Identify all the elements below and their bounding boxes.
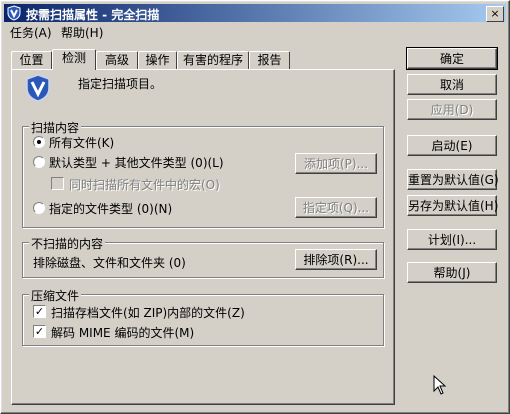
all-files-label[interactable]: 所有文件(K) <box>49 134 114 151</box>
start-button[interactable]: 启动(E) <box>407 135 497 156</box>
mime-checkbox[interactable]: ✓ <box>33 325 46 338</box>
exclude-items-button[interactable]: 排除项(R)... <box>295 249 377 270</box>
default-types-label[interactable]: 默认类型 + 其他文件类型 (0)(L) <box>49 154 224 171</box>
title-bar[interactable]: 按需扫描属性 - 完全扫描 × <box>4 4 506 22</box>
save-default-button[interactable]: 另存为默认值(H) <box>407 195 498 216</box>
macros-label[interactable]: 同时扫描所有文件中的宏(O) <box>69 176 220 193</box>
add-items-button[interactable]: 添加项(P)... <box>295 153 377 174</box>
specified-types-label[interactable]: 指定的文件类型 (0)(N) <box>49 200 172 217</box>
compressed-legend: 压缩文件 <box>29 287 82 304</box>
tab-advanced[interactable]: 高级 <box>96 51 138 69</box>
schedule-button[interactable]: 计划(I)... <box>407 229 497 250</box>
specified-types-radio[interactable] <box>33 202 45 214</box>
close-button[interactable]: × <box>486 6 504 22</box>
archives-label[interactable]: 扫描存档文件(如 ZIP)内部的文件(Z) <box>51 304 245 321</box>
help-button[interactable]: 帮助(J) <box>407 262 497 283</box>
scan-content-group: 扫描内容 所有文件(K) 默认类型 + 其他文件类型 (0)(L) 添加项(P)… <box>22 119 384 228</box>
cancel-button[interactable]: 取消 <box>407 74 497 95</box>
shield-v-icon <box>26 74 50 102</box>
tab-unwanted-programs[interactable]: 有害的程序 <box>177 51 249 69</box>
tab-detection[interactable]: 检测 <box>52 49 96 70</box>
tab-report[interactable]: 报告 <box>249 51 290 69</box>
header-description: 指定扫描项目。 <box>78 77 163 91</box>
menu-task[interactable]: 任务(A) <box>10 24 52 41</box>
exclusions-legend: 不扫描的内容 <box>29 235 106 252</box>
apply-button[interactable]: 应用(D) <box>407 99 497 120</box>
tab-actions[interactable]: 操作 <box>138 51 177 69</box>
mouse-cursor-icon <box>433 375 447 395</box>
ok-button[interactable]: 确定 <box>406 47 498 70</box>
tab-location[interactable]: 位置 <box>11 51 52 69</box>
default-types-radio[interactable] <box>33 156 45 168</box>
reset-default-button[interactable]: 重置为默认值(G) <box>407 169 499 190</box>
properties-window: 按需扫描属性 - 完全扫描 × 任务(A) 帮助(H) 位置 检测 高级 操作 … <box>0 0 510 414</box>
mime-label[interactable]: 解码 MIME 编码的文件(M) <box>51 324 194 341</box>
exclusions-group: 不扫描的内容 排除磁盘、文件和文件夹 (0) 排除项(R)... <box>22 235 384 278</box>
compressed-files-group: 压缩文件 ✓ 扫描存档文件(如 ZIP)内部的文件(Z) ✓ 解码 MIME 编… <box>22 287 384 346</box>
exclusions-label: 排除磁盘、文件和文件夹 (0) <box>33 256 186 270</box>
archives-checkbox[interactable]: ✓ <box>33 305 46 318</box>
all-files-radio[interactable] <box>33 136 45 148</box>
specify-items-button[interactable]: 指定项(Q)... <box>295 197 377 218</box>
menu-help[interactable]: 帮助(H) <box>61 24 103 41</box>
macros-checkbox[interactable] <box>51 177 64 190</box>
window-title: 按需扫描属性 - 完全扫描 <box>26 8 160 22</box>
shield-v-icon <box>7 5 21 21</box>
tab-panel: 指定扫描项目。 扫描内容 所有文件(K) 默认类型 + 其他文件类型 (0)(L… <box>11 69 395 405</box>
